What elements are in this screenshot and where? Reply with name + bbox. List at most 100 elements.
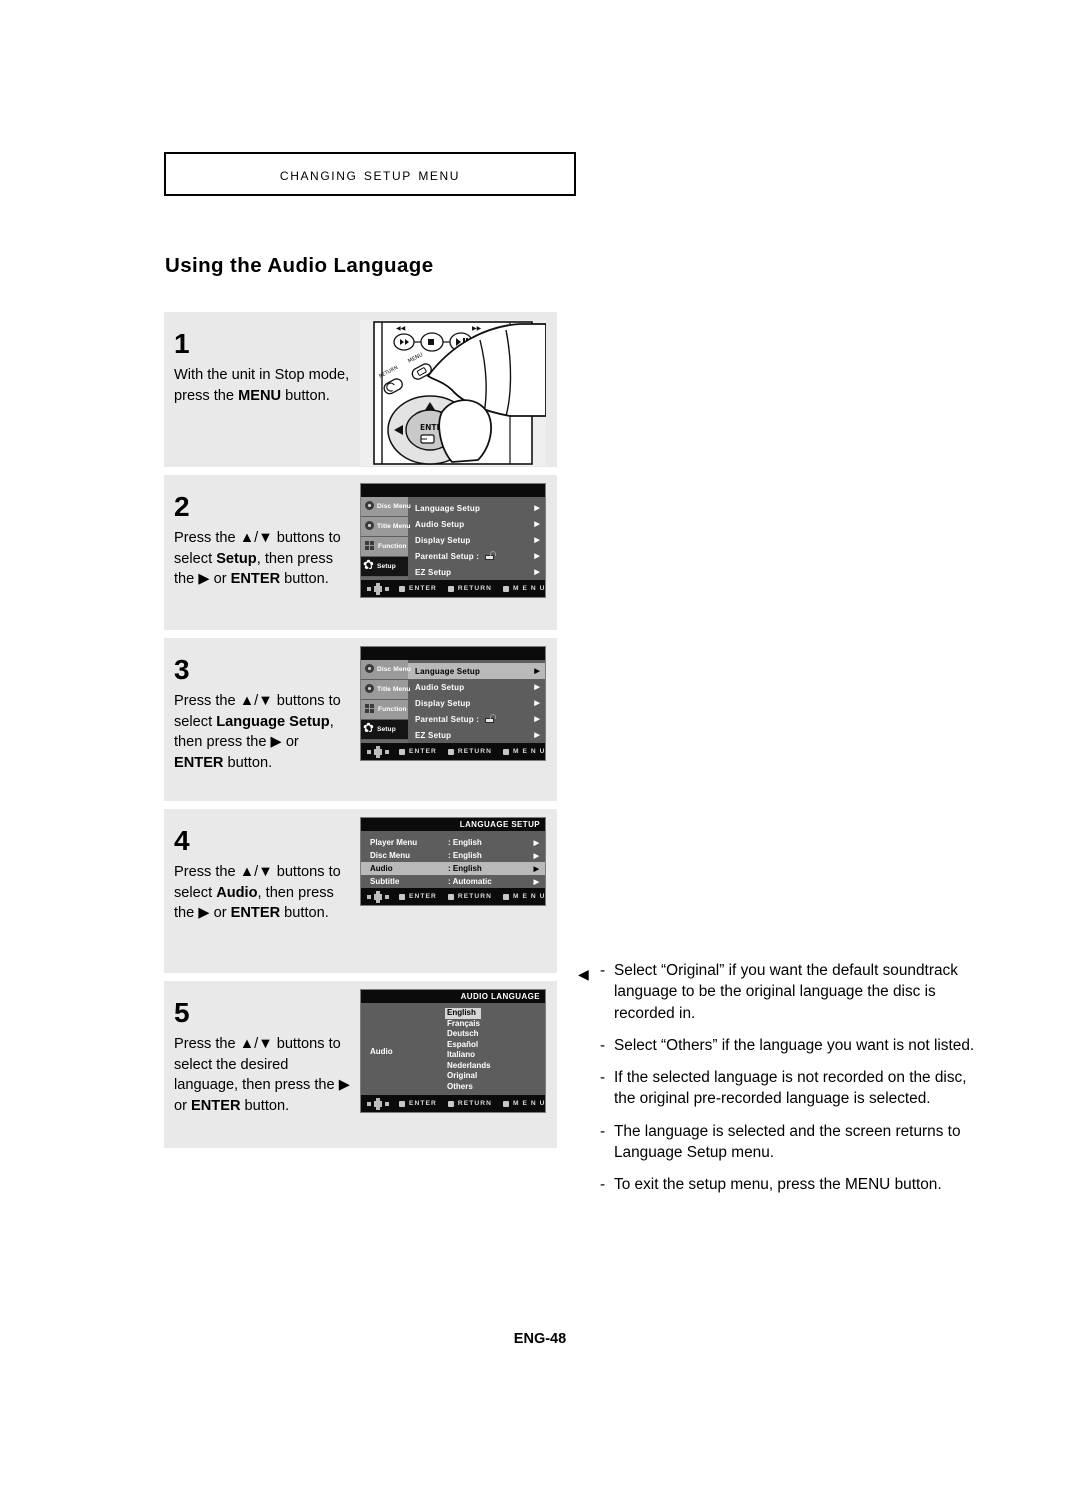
osd-menu-row[interactable]: Language Setup ▶ [408, 500, 545, 516]
osd-language-rows: Player Menu: English ▶ Disc Menu: English ▶… [361, 831, 545, 888]
osd-sidebar-label: Function [378, 706, 407, 713]
osd-footer-button-return[interactable]: RETURN [447, 585, 492, 592]
osd-footer-button-return[interactable]: RETURN [447, 748, 492, 755]
osd-footer-button-return[interactable]: RETURN [447, 1100, 492, 1107]
osd-footer-button-menu[interactable]: M E N U [502, 585, 546, 592]
note-item: - Select “Others” if the language you wan… [578, 1035, 978, 1056]
osd-menu-row[interactable]: Display Setup ▶ [408, 695, 545, 711]
osd-sidebar-label: Title Menu [377, 686, 411, 693]
audio-language-option-wrap: Español [445, 1040, 545, 1051]
osd-footer-button-enter[interactable]: ENTER [399, 1100, 437, 1107]
remote-illustration: ◀◀ ▶▶ MENU RETURN ENTER [360, 320, 546, 466]
osd-sidebar-item-setup[interactable]: Setup [361, 720, 408, 740]
dpad-c-segment [374, 1101, 382, 1107]
osd-titlebar [361, 484, 545, 497]
step-number: 2 [174, 491, 190, 522]
osd-menu-row-label: EZ Setup [415, 730, 452, 740]
emphasis-text: ENTER [230, 571, 281, 588]
gear-icon [363, 558, 376, 573]
osd-sidebar-item-function[interactable]: Function [361, 537, 408, 557]
dpad-c-segment [374, 586, 382, 592]
osd-sidebar-item-setup[interactable]: Setup [361, 557, 408, 577]
language-setup-row[interactable]: Audio: English ▶ [361, 862, 545, 875]
audio-language-option-wrap: Deutsch [445, 1029, 545, 1040]
osd-footer-button-return[interactable]: RETURN [447, 893, 492, 900]
chevron-right-icon: ▶ [533, 865, 539, 873]
chapter-title: Changing Setup menu [279, 163, 461, 184]
svg-text:▶▶: ▶▶ [472, 325, 482, 332]
plain-text: button. [223, 755, 273, 772]
language-setup-row[interactable]: Subtitle: Automatic ▶ [361, 875, 545, 888]
osd-sidebar-item-title-menu[interactable]: Title Menu [361, 680, 411, 700]
audio-label: Audio [370, 1047, 393, 1056]
dpad-r-segment [385, 750, 389, 754]
gear-icon [363, 721, 376, 736]
language-setup-row-label: Subtitle [370, 877, 400, 886]
audio-language-option[interactable]: English [445, 1008, 481, 1019]
step-item-1: 1 With the unit in Stop mode, press the … [164, 312, 557, 467]
step-instruction: With the unit in Stop mode, press the ME… [174, 365, 352, 406]
step-number: 4 [174, 825, 190, 856]
osd-menu-row[interactable]: EZ Setup ▶ [408, 564, 545, 580]
osd-setup-menu-language-selected: Disc Menu Title Menu Function Setup Languag… [360, 646, 546, 761]
note-bullet-dash: - [600, 1176, 606, 1193]
osd-menu-row[interactable]: Parental Setup : ▶ [408, 711, 545, 727]
note-text: The language is selected and the screen … [614, 1122, 961, 1161]
audio-language-option[interactable]: Italiano [445, 1050, 545, 1061]
osd-menu-row[interactable]: Display Setup ▶ [408, 532, 545, 548]
chapter-header: Changing Setup menu [164, 152, 576, 196]
dpad-icon [367, 1098, 389, 1110]
page-number: ENG-48 [513, 1331, 567, 1347]
disc-menu-icon [363, 663, 376, 676]
plain-text: button. [280, 905, 329, 922]
osd-titlebar: LANGUAGE SETUP [361, 818, 545, 831]
audio-language-option[interactable]: Español [445, 1040, 545, 1051]
audio-language-option[interactable]: Français [445, 1019, 545, 1030]
osd-titlebar: AUDIO LANGUAGE [361, 990, 545, 1003]
step-figure: Disc Menu Title Menu Function Setup Languag… [360, 475, 546, 598]
audio-language-option[interactable]: Deutsch [445, 1029, 545, 1040]
osd-footer-button-menu[interactable]: M E N U [502, 748, 546, 755]
osd-menu-row[interactable]: Audio Setup ▶ [408, 679, 545, 695]
chevron-right-icon: ▶ [534, 668, 540, 675]
language-setup-row-label: Disc Menu [370, 851, 411, 860]
osd-footer-button-label: RETURN [457, 893, 492, 900]
chevron-right-icon: ▶ [534, 684, 540, 691]
step-figure: LANGUAGE SETUP Player Menu: English ▶ Disc… [360, 809, 546, 906]
osd-sidebar-label: Disc Menu [377, 666, 411, 673]
osd-menu-row[interactable]: Parental Setup : ▶ [408, 548, 545, 564]
osd-menu-row[interactable]: Audio Setup ▶ [408, 516, 545, 532]
osd-sidebar-item-disc-menu[interactable]: Disc Menu [361, 660, 411, 680]
audio-language-option[interactable]: Nederlands [445, 1061, 545, 1072]
audio-language-option[interactable]: Original [445, 1071, 545, 1082]
osd-main: Disc Menu Title Menu Function Setup Languag… [361, 497, 545, 580]
osd-sidebar-item-title-menu[interactable]: Title Menu [361, 517, 410, 537]
osd-footer-button-enter[interactable]: ENTER [399, 585, 437, 592]
button-glyph-icon [502, 585, 509, 592]
osd-footer-button-enter[interactable]: ENTER [399, 893, 437, 900]
language-setup-row[interactable]: Player Menu: English ▶ [361, 836, 545, 849]
osd-sidebar-item-function[interactable]: Function [361, 700, 408, 720]
osd-menu-row[interactable]: Language Setup ▶ [408, 663, 545, 679]
note-text: Select “Others” if the language you want… [614, 1036, 975, 1054]
osd-menu-row[interactable]: EZ Setup ▶ [408, 727, 545, 743]
osd-footer-button-label: ENTER [409, 585, 437, 592]
osd-footer-button-menu[interactable]: M E N U [502, 1100, 546, 1107]
osd-footer-button-enter[interactable]: ENTER [399, 748, 437, 755]
osd-sidebar-item-disc-menu[interactable]: Disc Menu [361, 497, 411, 517]
osd-footer: ENTER RETURN M E N U [361, 580, 545, 597]
osd-footer-button-label: ENTER [409, 893, 437, 900]
chevron-right-icon: ▶ [533, 839, 539, 847]
step-figure: ◀◀ ▶▶ MENU RETURN ENTER [360, 312, 546, 466]
osd-language-setup: LANGUAGE SETUP Player Menu: English ▶ Disc… [360, 817, 546, 906]
button-glyph-icon [502, 748, 509, 755]
button-glyph-icon [447, 585, 454, 592]
remote-illustration-svg: ◀◀ ▶▶ MENU RETURN ENTER [360, 320, 546, 466]
audio-language-option[interactable]: Others [445, 1082, 545, 1093]
osd-footer-button-menu[interactable]: M E N U [502, 893, 546, 900]
button-glyph-icon [447, 893, 454, 900]
note-item: - To exit the setup menu, press the MENU … [578, 1174, 978, 1195]
plain-text: button. [280, 571, 329, 588]
language-setup-row[interactable]: Disc Menu: English ▶ [361, 849, 545, 862]
dpad-r-segment [385, 587, 389, 591]
